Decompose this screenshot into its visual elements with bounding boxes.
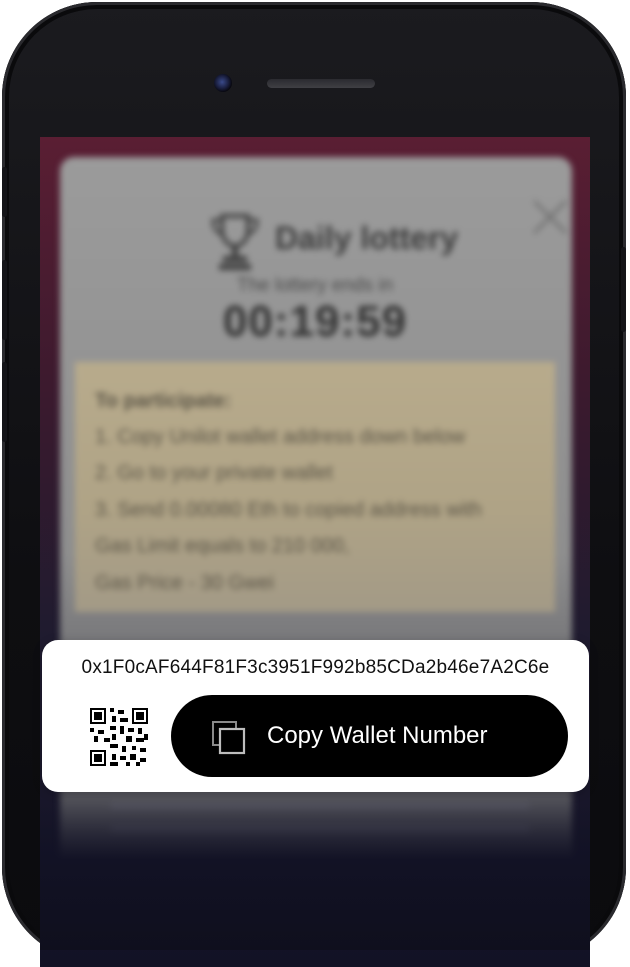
wallet-card: 0x1F0cAF644F81F3c3951F992b85CDa2b46e7A2C… xyxy=(42,640,589,792)
instruction-gas-price: Gas Price - 30 Gwei xyxy=(95,572,274,594)
wallet-address[interactable]: 0x1F0cAF644F81F3c3951F992b85CDa2b46e7A2C… xyxy=(42,657,589,679)
volume-up-button xyxy=(2,260,7,340)
volume-down-button xyxy=(2,362,7,442)
instruction-step-3: 3. Send 0.00080 Eth to copied address wi… xyxy=(95,499,482,521)
close-icon[interactable] xyxy=(530,197,570,237)
trophy-icon xyxy=(211,214,259,270)
copy-wallet-label: Copy Wallet Number xyxy=(267,722,488,749)
instruction-gas-limit: Gas Limit equals to 210 000, xyxy=(95,535,350,557)
earpiece-speaker xyxy=(267,79,375,88)
qr-code-icon[interactable] xyxy=(90,708,148,766)
instructions-heading: To participate: xyxy=(95,390,232,412)
instruction-step-1: 1. Copy Unilot wallet address down below xyxy=(95,426,466,448)
instruction-step-2: 2. Go to your private wallet xyxy=(95,462,333,484)
bottom-shade xyxy=(40,800,590,950)
countdown-timer: 00:19:59 xyxy=(222,297,408,346)
copy-icon xyxy=(212,721,246,755)
front-camera xyxy=(214,74,232,92)
lottery-ends-label: The lottery ends in xyxy=(236,275,394,296)
copy-wallet-button[interactable]: Copy Wallet Number xyxy=(171,695,568,777)
instructions-panel: To participate: 1. Copy Unilot wallet ad… xyxy=(75,362,555,612)
lottery-title: Daily lottery xyxy=(275,220,459,256)
power-button xyxy=(621,247,626,332)
silent-switch xyxy=(2,167,7,217)
